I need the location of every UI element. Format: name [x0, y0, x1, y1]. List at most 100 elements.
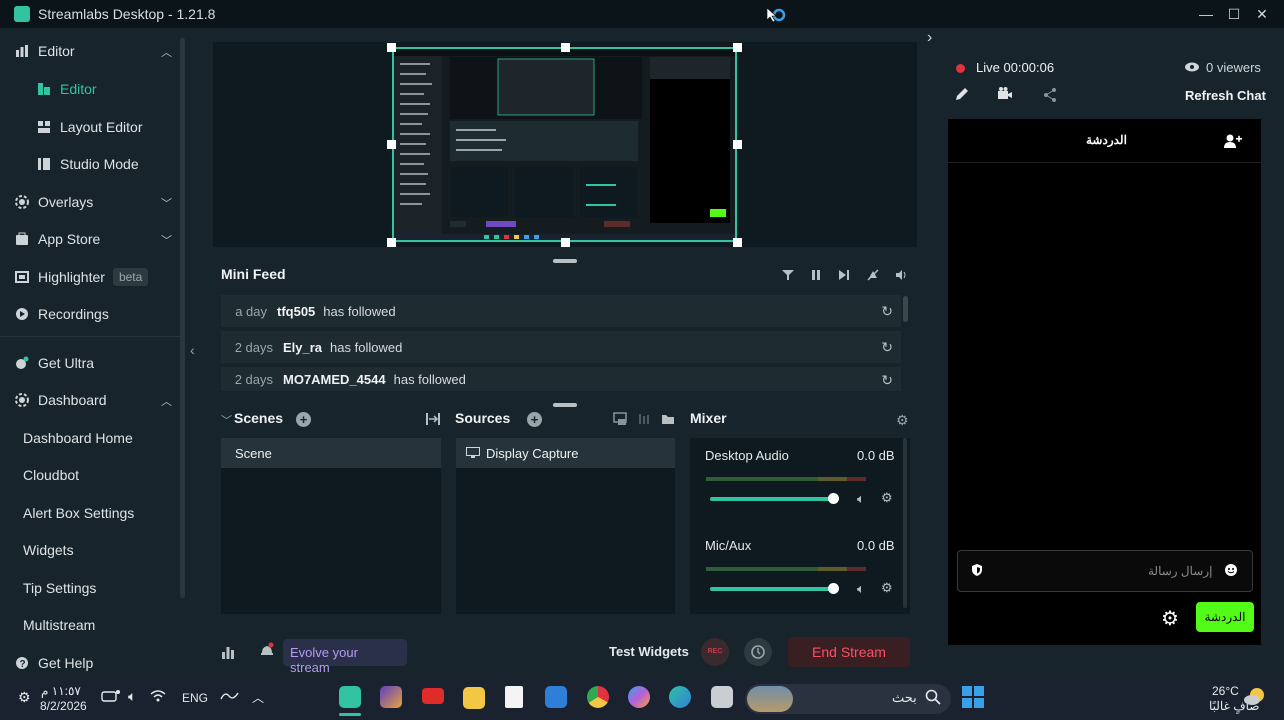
evolve-stream-banner[interactable]: Evolve your stream: [283, 639, 407, 675]
scene-item[interactable]: Scene: [221, 438, 441, 468]
sidebar-item-get-ultra[interactable]: Get Ultra: [0, 346, 182, 380]
filter-icon[interactable]: [780, 267, 796, 283]
add-source-button[interactable]: +: [527, 412, 542, 427]
studio-camera-icon[interactable]: [997, 86, 1013, 102]
sidebar-item-editor-group[interactable]: Editor ︿: [0, 34, 182, 68]
resize-handle[interactable]: [733, 140, 742, 149]
close-button[interactable]: ✕: [1252, 4, 1272, 24]
windows-start-icon[interactable]: [962, 686, 984, 708]
skip-icon[interactable]: [836, 267, 852, 283]
mixer-scrollbar[interactable]: [903, 438, 907, 608]
shield-icon[interactable]: [970, 563, 984, 577]
sidebar-item-get-help[interactable]: ? Get Help: [0, 646, 182, 680]
add-scene-button[interactable]: +: [296, 412, 311, 427]
replay-icon[interactable]: ↻: [881, 303, 893, 320]
volume-slider-knob[interactable]: [828, 583, 839, 594]
sidebar-item-app-store[interactable]: App Store ﹀: [0, 222, 182, 256]
source-lock-icon[interactable]: [637, 412, 651, 426]
edit-stream-info-pencil-icon[interactable]: [954, 86, 970, 102]
channel-settings-gear-icon[interactable]: ⚙: [881, 580, 893, 596]
scene-transitions-icon[interactable]: [425, 412, 441, 426]
sidebar-item-widgets[interactable]: Widgets: [0, 533, 182, 567]
notepad-icon[interactable]: [505, 686, 523, 708]
sidebar-item-overlays[interactable]: Overlays ﹀: [0, 185, 182, 219]
emoji-icon[interactable]: [1224, 563, 1238, 577]
outlook-icon[interactable]: [545, 686, 567, 708]
chat-settings-gear-icon[interactable]: ⚙: [1161, 606, 1179, 631]
sidebar-item-layout-editor[interactable]: Layout Editor: [0, 110, 182, 144]
source-item[interactable]: Display Capture: [456, 438, 675, 468]
resize-handle[interactable]: [561, 43, 570, 52]
volume-slider-knob[interactable]: [828, 493, 839, 504]
input-language[interactable]: ENG: [182, 691, 208, 705]
display-capture-preview[interactable]: [392, 47, 737, 242]
mute-alerts-icon[interactable]: [865, 267, 881, 283]
feed-scrollbar[interactable]: [903, 296, 908, 322]
minimize-button[interactable]: —: [1196, 4, 1216, 24]
copilot-icon[interactable]: [628, 686, 650, 708]
resize-handle[interactable]: [561, 238, 570, 247]
resize-handle[interactable]: [387, 238, 396, 247]
record-button[interactable]: REC: [701, 638, 729, 666]
channel-settings-gear-icon[interactable]: ⚙: [881, 490, 893, 506]
sidebar-scrollbar[interactable]: [180, 38, 185, 598]
share-icon[interactable]: [1042, 87, 1058, 103]
sidebar-item-editor[interactable]: Editor: [0, 72, 182, 106]
speaker-tray-icon[interactable]: 🔈︎: [128, 688, 136, 705]
collapse-dock-chevron-icon[interactable]: ›: [927, 29, 932, 47]
replay-buffer-button[interactable]: [744, 638, 772, 666]
sidebar-item-dashboard-home[interactable]: Dashboard Home: [0, 421, 182, 455]
sidebar-item-alert-box-settings[interactable]: Alert Box Settings: [0, 496, 182, 530]
task-view-icon[interactable]: [711, 686, 733, 708]
folder-icon[interactable]: [661, 412, 675, 426]
sidebar-item-tip-settings[interactable]: Tip Settings: [0, 571, 182, 605]
weather-moon-cloud-icon[interactable]: [1243, 686, 1267, 706]
speaker-icon[interactable]: 🔈︎: [857, 581, 865, 597]
sidebar-item-highlighter[interactable]: Highlighter beta: [0, 260, 182, 294]
user-list-icon[interactable]: [1224, 133, 1242, 149]
refresh-chat-button[interactable]: Refresh Chat: [1185, 88, 1266, 103]
speaker-icon[interactable]: 🔈︎: [857, 491, 865, 507]
sidebar-item-studio-mode[interactable]: Studio Mode: [0, 147, 182, 181]
chrome-icon[interactable]: [587, 686, 609, 708]
youtube-icon[interactable]: [422, 688, 444, 704]
settings-gear-icon[interactable]: ⚙: [18, 689, 31, 706]
app-taskbar-icon[interactable]: [380, 686, 402, 708]
edge-icon[interactable]: [669, 686, 691, 708]
stats-icon[interactable]: [221, 645, 235, 659]
sidebar-item-cloudbot[interactable]: Cloudbot: [0, 458, 182, 492]
resize-handle[interactable]: [733, 43, 742, 52]
notification-bell-icon[interactable]: [259, 642, 275, 658]
pen-workspace-icon[interactable]: [220, 689, 240, 703]
wifi-icon[interactable]: [150, 689, 166, 703]
sidebar-item-dashboard[interactable]: Dashboard ︿: [0, 383, 182, 417]
scenes-title: Scenes: [234, 410, 284, 426]
volume-slider-track[interactable]: [710, 587, 834, 591]
chat-tab-label[interactable]: الدردشة: [1086, 133, 1127, 147]
resize-handle[interactable]: [733, 238, 742, 247]
resize-handle[interactable]: [387, 140, 396, 149]
maximize-button[interactable]: ☐: [1224, 4, 1244, 24]
source-selection-icon[interactable]: [613, 412, 627, 426]
scenes-chevron-down-icon[interactable]: ﹀: [221, 412, 232, 428]
test-widgets-button[interactable]: Test Widgets: [609, 644, 689, 659]
volume-icon[interactable]: [893, 267, 909, 283]
resize-handle[interactable]: [387, 43, 396, 52]
show-hidden-icons-chevron-icon[interactable]: ︿: [252, 689, 264, 706]
replay-icon[interactable]: ↻: [881, 372, 893, 389]
sidebar-item-multistream[interactable]: Multistream: [0, 608, 182, 642]
mixer-settings-gear-icon[interactable]: ⚙: [896, 412, 909, 429]
streamlabs-taskbar-icon[interactable]: [339, 686, 361, 708]
pause-icon[interactable]: [808, 267, 824, 283]
preview-resize-bar[interactable]: [553, 259, 577, 263]
end-stream-button[interactable]: End Stream: [788, 637, 910, 667]
file-explorer-icon[interactable]: [463, 687, 485, 709]
live-timer: Live 00:00:06: [976, 60, 1055, 75]
collapse-sidebar-chevron-icon[interactable]: ‹: [190, 342, 195, 358]
chat-send-button[interactable]: الدردشة: [1196, 602, 1254, 632]
meet-now-icon[interactable]: [101, 689, 121, 703]
replay-icon[interactable]: ↻: [881, 339, 893, 356]
feed-resize-bar[interactable]: [553, 403, 577, 407]
volume-slider-track[interactable]: [710, 497, 834, 501]
sidebar-item-recordings[interactable]: Recordings: [0, 297, 182, 331]
